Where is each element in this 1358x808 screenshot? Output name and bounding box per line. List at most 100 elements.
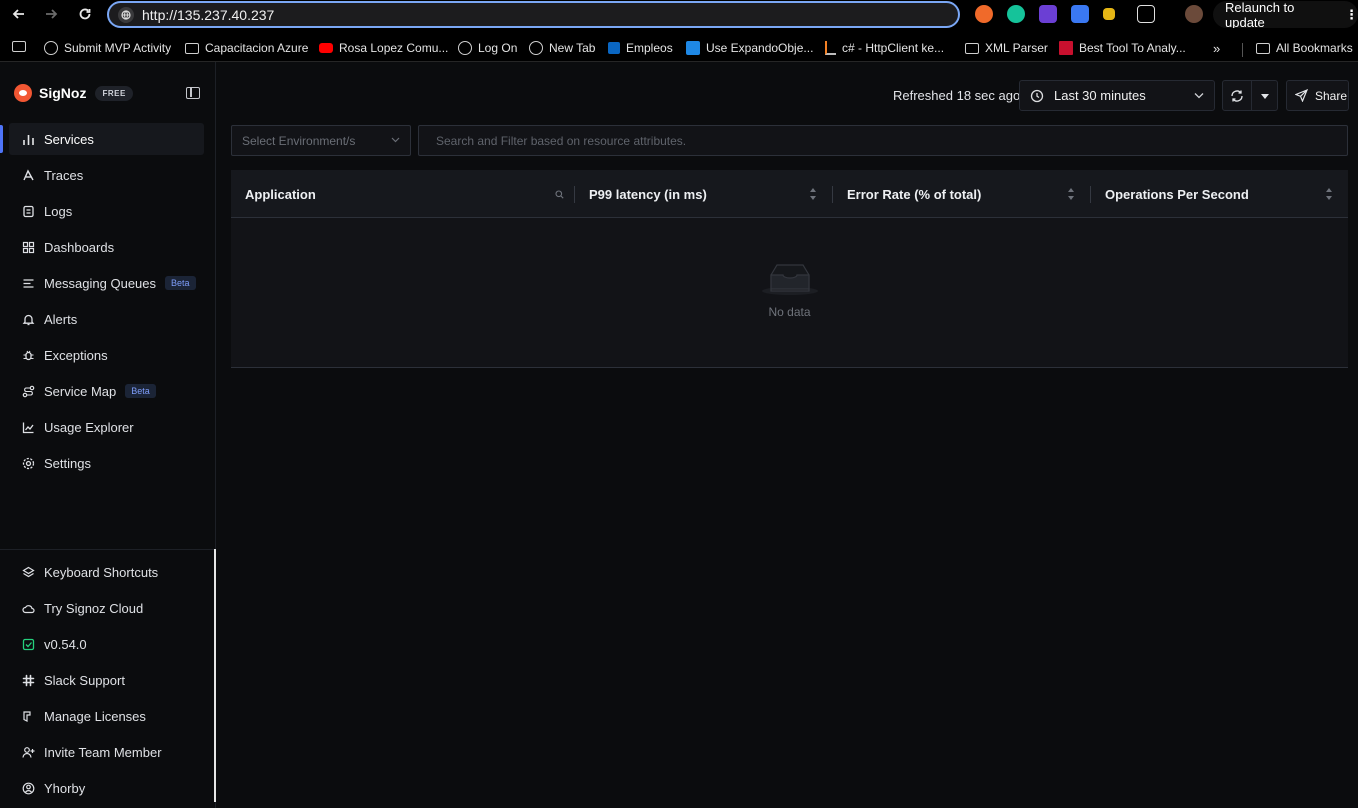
- bookmark-item[interactable]: Empleos: [608, 41, 673, 55]
- column-header-p99-latency[interactable]: P99 latency (in ms): [589, 170, 707, 218]
- arrow-right-icon: [46, 9, 58, 19]
- bookmark-item[interactable]: XML Parser: [965, 41, 1048, 55]
- bookmark-label: c# - HttpClient ke...: [842, 41, 945, 55]
- chevron-down-icon: [1194, 93, 1204, 99]
- bookmark-item[interactable]: Submit MVP Activity: [44, 41, 171, 55]
- extension-icon[interactable]: [975, 5, 993, 23]
- all-bookmarks-button[interactable]: All Bookmarks: [1256, 41, 1353, 55]
- layers-icon: [21, 565, 35, 579]
- sort-icon[interactable]: [809, 188, 817, 200]
- nav-label: Invite Team Member: [44, 744, 162, 760]
- share-button[interactable]: Share: [1286, 80, 1349, 111]
- nav-label: Try Signoz Cloud: [44, 600, 144, 616]
- nav-label: Dashboards: [44, 239, 115, 255]
- collapse-sidebar-icon[interactable]: [186, 87, 200, 99]
- nav-item-services[interactable]: Services: [9, 123, 204, 155]
- user-plus-icon: [21, 745, 35, 759]
- translate-extension-icon[interactable]: [1071, 5, 1089, 23]
- reload-button[interactable]: [70, 0, 100, 28]
- nav-item-alerts[interactable]: Alerts: [9, 303, 204, 335]
- empty-state: No data: [231, 218, 1348, 368]
- profile-avatar-icon[interactable]: [1185, 5, 1203, 23]
- beta-badge: Beta: [125, 384, 156, 398]
- sidebar: SigNoz FREE Services Traces Logs Dashboa…: [0, 62, 216, 808]
- arrow-left-icon: [12, 9, 24, 19]
- main-content: Refreshed 18 sec ago Last 30 minutes Sha…: [216, 62, 1358, 808]
- bell-icon: [21, 312, 35, 326]
- nav-label: Usage Explorer: [44, 419, 134, 435]
- nav-item-user-profile[interactable]: Yhorby: [9, 772, 204, 804]
- bookmark-item[interactable]: c# - HttpClient ke...: [825, 41, 944, 55]
- nav-item-try-signoz-cloud[interactable]: Try Signoz Cloud: [9, 592, 204, 624]
- sidebar-divider: [0, 549, 216, 550]
- key-icon: [21, 709, 35, 723]
- site-info-icon[interactable]: [118, 6, 134, 23]
- nav-item-logs[interactable]: Logs: [9, 195, 204, 227]
- column-label: Error Rate (% of total): [847, 186, 982, 202]
- nav-item-version[interactable]: v0.54.0: [9, 628, 204, 660]
- bookmark-item[interactable]: Use ExpandoObje...: [686, 41, 813, 55]
- nav-item-dashboards[interactable]: Dashboards: [9, 231, 204, 263]
- back-button[interactable]: [4, 0, 34, 28]
- nav-item-exceptions[interactable]: Exceptions: [9, 339, 204, 371]
- refresh-icon[interactable]: [1230, 89, 1244, 103]
- relaunch-label: Relaunch to update: [1225, 0, 1295, 30]
- bookmark-item[interactable]: Rosa Lopez Comu...: [319, 41, 448, 55]
- globe-icon: [458, 41, 472, 55]
- flask-extension-icon[interactable]: [1039, 5, 1057, 23]
- grammarly-icon[interactable]: [1007, 5, 1025, 23]
- column-divider: [832, 186, 833, 203]
- nav-item-settings[interactable]: Settings: [9, 447, 204, 479]
- relaunch-button[interactable]: Relaunch to update ⋮: [1213, 0, 1358, 30]
- column-header-operations-per-second[interactable]: Operations Per Second: [1105, 170, 1249, 218]
- bookmark-item[interactable]: New Tab: [529, 41, 595, 55]
- cube-extension-icon[interactable]: [1103, 8, 1115, 20]
- column-header-error-rate[interactable]: Error Rate (% of total): [847, 170, 981, 218]
- bookmark-label: All Bookmarks: [1276, 41, 1353, 55]
- forward-button[interactable]: [36, 0, 66, 28]
- sort-icon[interactable]: [1325, 188, 1333, 200]
- folder-icon: [12, 41, 26, 52]
- nav-label: Traces: [44, 167, 84, 183]
- brand[interactable]: SigNoz FREE: [14, 84, 133, 102]
- sort-icon[interactable]: [1067, 188, 1075, 200]
- nav-item-invite-team-member[interactable]: Invite Team Member: [9, 736, 204, 768]
- puzzle-icon[interactable]: [1137, 5, 1155, 23]
- bookmark-item[interactable]: Capacitacion Azure: [185, 41, 308, 55]
- environment-select[interactable]: Select Environment/s: [231, 125, 411, 156]
- send-icon: [1295, 89, 1308, 102]
- nav-item-service-map[interactable]: Service Map Beta: [9, 375, 204, 407]
- services-table: Application P99 latency (in ms) Error Ra…: [231, 170, 1348, 368]
- beta-badge: Beta: [165, 276, 196, 290]
- active-nav-indicator: [0, 125, 3, 153]
- split-divider: [1251, 81, 1252, 110]
- globe-icon: [529, 41, 543, 55]
- brand-name: SigNoz: [39, 85, 87, 101]
- bookmark-label: Submit MVP Activity: [64, 41, 172, 55]
- site-icon: [1059, 41, 1073, 55]
- bookmark-item[interactable]: Log On: [458, 41, 517, 55]
- nav-item-manage-licenses[interactable]: Manage Licenses: [9, 700, 204, 732]
- nav-item-slack-support[interactable]: Slack Support: [9, 664, 204, 696]
- nav-item-traces[interactable]: Traces: [9, 159, 204, 191]
- chrome-spacer: [0, 28, 1358, 37]
- nav-item-keyboard-shortcuts[interactable]: Keyboard Shortcuts: [9, 556, 204, 588]
- time-range-select[interactable]: Last 30 minutes: [1019, 80, 1215, 111]
- nav-item-usage-explorer[interactable]: Usage Explorer: [9, 411, 204, 443]
- stackoverflow-icon: [825, 41, 836, 55]
- environment-placeholder: Select Environment/s: [242, 133, 356, 148]
- resource-search-input[interactable]: [418, 125, 1348, 156]
- chevron-down-icon: [391, 137, 400, 143]
- search-icon[interactable]: [555, 190, 564, 199]
- more-bookmarks-button[interactable]: »: [1213, 41, 1220, 56]
- check-square-icon: [21, 637, 35, 651]
- caret-down-icon[interactable]: [1260, 93, 1270, 100]
- bookmarks-divider: [1242, 43, 1243, 57]
- nav-item-messaging-queues[interactable]: Messaging Queues Beta: [9, 267, 204, 299]
- column-header-application[interactable]: Application: [245, 170, 316, 218]
- bookmark-item[interactable]: Best Tool To Analy...: [1059, 41, 1186, 55]
- bookmark-folder-root[interactable]: [12, 41, 32, 52]
- list-icon: [21, 276, 35, 290]
- address-bar[interactable]: http://135.237.40.237: [107, 1, 960, 28]
- column-label: Operations Per Second: [1105, 186, 1249, 202]
